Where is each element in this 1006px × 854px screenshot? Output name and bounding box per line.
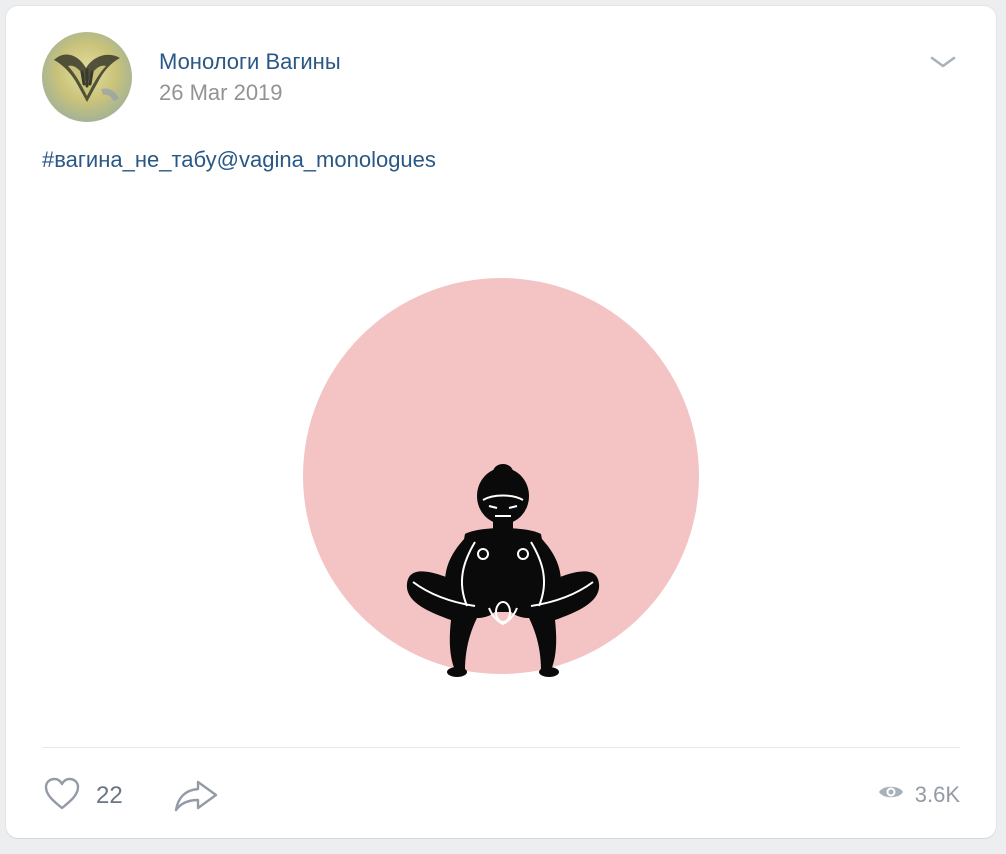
like-count: 22 <box>96 782 123 809</box>
views-count: 3.6K <box>914 782 960 807</box>
share-button[interactable] <box>172 778 220 814</box>
avatar-image <box>42 32 132 122</box>
post-image[interactable] <box>299 272 703 682</box>
like-button[interactable]: 22 <box>42 776 123 816</box>
author-name-link[interactable]: Монологи Вагины <box>159 49 341 75</box>
eye-icon <box>877 782 905 808</box>
heart-icon <box>42 776 82 817</box>
post-date[interactable]: 26 Mar 2019 <box>159 80 283 106</box>
community-avatar[interactable] <box>42 32 132 122</box>
share-arrow-icon <box>172 780 220 818</box>
post-hashtag-link[interactable]: #вагина_не_табу@vagina_monologues <box>42 147 436 173</box>
actions-divider <box>42 747 960 748</box>
views-counter: 3.6K <box>877 782 960 808</box>
post-card: Монологи Вагины 26 Mar 2019 #вагина_не_т… <box>6 6 996 838</box>
chevron-down-icon[interactable] <box>928 52 958 72</box>
